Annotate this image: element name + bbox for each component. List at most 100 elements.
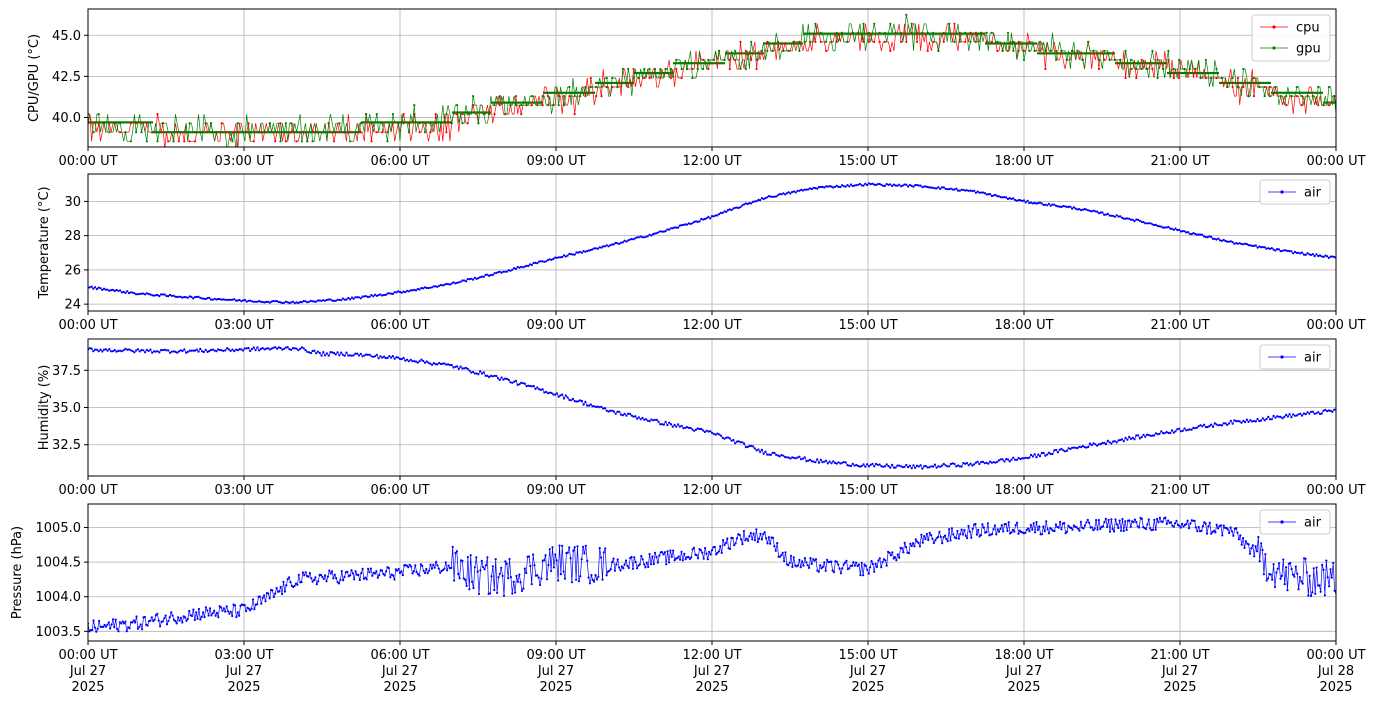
air-point — [533, 564, 536, 567]
air-point — [956, 529, 959, 533]
cpu-point — [514, 95, 518, 98]
gpu-point — [1204, 58, 1207, 62]
air-point — [368, 353, 371, 356]
air-point — [689, 426, 692, 429]
air-point — [220, 606, 223, 609]
air-point — [1227, 422, 1231, 425]
air-point — [339, 578, 342, 582]
gpu-point — [1220, 76, 1223, 80]
air-point — [336, 351, 339, 354]
gpu-point — [1236, 85, 1239, 89]
air-point — [1309, 594, 1313, 598]
gpu-point — [306, 140, 309, 143]
air-point — [649, 563, 653, 566]
air-point — [656, 561, 660, 564]
air-point — [335, 577, 338, 580]
air-point — [1151, 528, 1155, 531]
air-point — [910, 544, 913, 548]
air-point — [1022, 199, 1026, 202]
air-point — [1169, 432, 1172, 435]
air-point — [90, 347, 93, 350]
x-tick-label: 00:00 UT — [58, 483, 117, 498]
air-point — [1003, 460, 1006, 463]
cpu-point — [878, 40, 881, 44]
air-point — [650, 234, 653, 237]
gpu-point — [242, 131, 245, 134]
x-tick-label: 18:00 UT — [994, 318, 1053, 333]
gpu-point — [921, 31, 924, 34]
cpu-point — [659, 76, 662, 80]
air-point — [942, 186, 945, 189]
air-point — [378, 574, 381, 577]
air-point — [349, 298, 352, 301]
air-point — [505, 270, 509, 273]
air-point — [1290, 250, 1293, 253]
air-point — [798, 558, 801, 562]
gpu-point — [632, 76, 635, 80]
air-point — [851, 564, 854, 567]
air-point — [681, 559, 685, 562]
air-point — [734, 542, 737, 545]
air-point — [975, 533, 979, 536]
air-point — [905, 183, 908, 186]
air-point — [1115, 523, 1118, 526]
air-point — [699, 549, 703, 552]
air-point — [296, 583, 299, 586]
air-point — [192, 297, 195, 300]
air-point — [1323, 594, 1326, 597]
gpu-point — [1060, 49, 1063, 53]
air-point — [256, 603, 259, 606]
air-point — [1024, 201, 1027, 204]
air-point — [1038, 455, 1042, 458]
air-point — [974, 522, 977, 526]
air-point — [477, 373, 480, 376]
air-point — [322, 577, 325, 581]
air-point — [580, 399, 584, 403]
air-point — [1138, 526, 1141, 529]
air-point — [508, 557, 511, 561]
air-point — [967, 524, 970, 528]
air-point — [907, 466, 910, 469]
air-point — [647, 565, 650, 569]
gpu-point — [102, 122, 106, 125]
gpu-point — [525, 104, 528, 107]
air-point — [1045, 520, 1048, 523]
y-tick-labels: 40.042.545.0 — [52, 29, 81, 126]
cpu-point — [675, 67, 678, 71]
air-point — [750, 202, 753, 205]
x-tick-labels: 00:00 UT 03:00 UT 06:00 UT 09:00 UT 12:00 UT… — [58, 483, 1365, 498]
air-point — [426, 572, 429, 575]
gpu-point — [798, 49, 801, 53]
air-point — [500, 566, 503, 569]
air-point — [167, 295, 170, 298]
air-point — [1291, 573, 1295, 576]
air-point — [1307, 594, 1310, 597]
air-point — [329, 572, 332, 575]
air-point — [706, 558, 709, 561]
air-point — [345, 298, 348, 301]
y-tick-label: 1004.0 — [36, 590, 82, 605]
gpu-point — [734, 49, 737, 53]
air-point — [1046, 204, 1049, 207]
x-tick-label: 2025 — [1319, 680, 1352, 695]
air-point — [605, 574, 608, 577]
air-point — [414, 289, 418, 292]
cpu-point — [750, 58, 753, 62]
air-point — [677, 555, 680, 558]
air-point — [1065, 530, 1069, 533]
air-point — [251, 598, 255, 601]
air-point — [548, 548, 551, 551]
air-point — [188, 609, 191, 613]
air-point — [952, 533, 955, 536]
legend-label-gpu: gpu — [1296, 42, 1321, 57]
air-point — [258, 349, 261, 352]
air-point — [561, 255, 564, 259]
gpu-point — [402, 122, 405, 125]
cpu-point — [1268, 85, 1272, 89]
air-point — [1034, 531, 1037, 534]
air-point — [163, 617, 166, 620]
air-point — [739, 205, 742, 209]
air-point — [1106, 212, 1109, 215]
air-point — [274, 346, 277, 349]
air-point — [1158, 432, 1161, 435]
